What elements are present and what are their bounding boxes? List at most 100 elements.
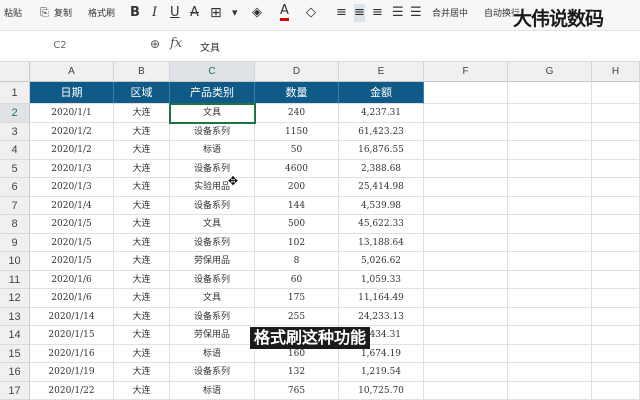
table-cell[interactable]: 2020/1/2	[30, 141, 114, 160]
empty-cell[interactable]	[424, 289, 508, 308]
row-header[interactable]: 6	[0, 178, 30, 197]
table-cell[interactable]: 大连	[114, 234, 170, 253]
copy-button[interactable]: 复制	[54, 8, 72, 20]
empty-cell[interactable]	[508, 234, 592, 253]
table-cell[interactable]: 设备系列	[170, 160, 255, 179]
table-cell[interactable]: 2020/1/19	[30, 363, 114, 382]
column-header-e[interactable]: E	[339, 62, 424, 82]
align-bottom-icon[interactable]: ≡	[372, 4, 383, 22]
table-cell[interactable]: 60	[255, 271, 339, 290]
empty-cell[interactable]	[508, 382, 592, 400]
empty-cell[interactable]	[592, 104, 640, 123]
table-cell[interactable]: 11,164.49	[339, 289, 424, 308]
empty-cell[interactable]	[424, 363, 508, 382]
table-cell[interactable]: 大连	[114, 326, 170, 345]
row-header[interactable]: 2	[0, 104, 30, 123]
copy-icon[interactable]: ⎘	[40, 4, 49, 22]
table-cell[interactable]: 大连	[114, 271, 170, 290]
row-header[interactable]: 15	[0, 345, 30, 364]
table-cell[interactable]: 大连	[114, 252, 170, 271]
border-icon[interactable]: ⊞	[210, 4, 222, 22]
table-cell[interactable]: 175	[255, 289, 339, 308]
table-cell[interactable]: 设备系列	[170, 308, 255, 327]
row-header[interactable]: 10	[0, 252, 30, 271]
table-cell[interactable]: 2020/1/5	[30, 252, 114, 271]
column-header-f[interactable]: F	[424, 62, 508, 82]
empty-cell[interactable]	[592, 382, 640, 400]
table-cell[interactable]: 2020/1/16	[30, 345, 114, 364]
empty-cell[interactable]	[424, 178, 508, 197]
table-cell[interactable]: 2,388.68	[339, 160, 424, 179]
table-cell[interactable]: 2020/1/5	[30, 215, 114, 234]
empty-cell[interactable]	[592, 345, 640, 364]
empty-cell[interactable]	[424, 141, 508, 160]
empty-cell[interactable]	[508, 326, 592, 345]
table-cell[interactable]: 设备系列	[170, 197, 255, 216]
table-cell[interactable]: 16,876.55	[339, 141, 424, 160]
format-painter-button[interactable]: 格式刷	[88, 8, 115, 20]
empty-cell[interactable]	[592, 363, 640, 382]
table-cell[interactable]: 文具	[170, 104, 255, 123]
table-cell[interactable]: 大连	[114, 178, 170, 197]
empty-cell[interactable]	[592, 82, 640, 104]
table-cell[interactable]: 25,414.98	[339, 178, 424, 197]
table-cell[interactable]: 61,423.23	[339, 123, 424, 142]
empty-cell[interactable]	[424, 271, 508, 290]
empty-cell[interactable]	[592, 234, 640, 253]
empty-cell[interactable]	[592, 271, 640, 290]
table-cell[interactable]: 13,188.64	[339, 234, 424, 253]
row-header[interactable]: 13	[0, 308, 30, 327]
empty-cell[interactable]	[424, 308, 508, 327]
empty-cell[interactable]	[424, 382, 508, 400]
empty-cell[interactable]	[592, 178, 640, 197]
align-top-icon[interactable]: ≡	[336, 4, 347, 22]
table-cell[interactable]: 4600	[255, 160, 339, 179]
empty-cell[interactable]	[592, 123, 640, 142]
empty-cell[interactable]	[424, 160, 508, 179]
table-cell[interactable]: 2020/1/5	[30, 234, 114, 253]
column-header-c[interactable]: C	[170, 62, 255, 82]
row-header[interactable]: 14	[0, 326, 30, 345]
table-cell[interactable]: 设备系列	[170, 363, 255, 382]
empty-cell[interactable]	[424, 252, 508, 271]
empty-cell[interactable]	[508, 178, 592, 197]
table-cell[interactable]: 标语	[170, 141, 255, 160]
empty-cell[interactable]	[592, 215, 640, 234]
empty-cell[interactable]	[424, 345, 508, 364]
empty-cell[interactable]	[592, 326, 640, 345]
table-cell[interactable]: 2020/1/1	[30, 104, 114, 123]
empty-cell[interactable]	[424, 82, 508, 104]
table-cell[interactable]: 5,026.62	[339, 252, 424, 271]
table-cell[interactable]: 大连	[114, 160, 170, 179]
empty-cell[interactable]	[508, 363, 592, 382]
table-cell[interactable]: 1,059.33	[339, 271, 424, 290]
row-header[interactable]: 17	[0, 382, 30, 400]
table-cell[interactable]: 500	[255, 215, 339, 234]
table-header-cell[interactable]: 区域	[114, 82, 170, 104]
table-cell[interactable]: 文具	[170, 289, 255, 308]
table-cell[interactable]: 2020/1/2	[30, 123, 114, 142]
table-cell[interactable]: 1,219.54	[339, 363, 424, 382]
table-cell[interactable]: 2020/1/6	[30, 289, 114, 308]
table-cell[interactable]: 102	[255, 234, 339, 253]
table-cell[interactable]: 大连	[114, 141, 170, 160]
empty-cell[interactable]	[592, 197, 640, 216]
row-header[interactable]: 1	[0, 82, 30, 104]
table-cell[interactable]: 200	[255, 178, 339, 197]
table-cell[interactable]: 24,233.13	[339, 308, 424, 327]
table-header-cell[interactable]: 日期	[30, 82, 114, 104]
formula-input[interactable]: 文具	[200, 39, 220, 54]
table-cell[interactable]: 大连	[114, 123, 170, 142]
align-left-icon[interactable]: ☰	[392, 4, 404, 22]
empty-cell[interactable]	[592, 252, 640, 271]
table-cell[interactable]: 132	[255, 363, 339, 382]
table-cell[interactable]: 设备系列	[170, 234, 255, 253]
empty-cell[interactable]	[508, 123, 592, 142]
column-header-d[interactable]: D	[255, 62, 339, 82]
table-cell[interactable]: 2020/1/15	[30, 326, 114, 345]
row-header[interactable]: 12	[0, 289, 30, 308]
row-header[interactable]: 11	[0, 271, 30, 290]
column-header-b[interactable]: B	[114, 62, 170, 82]
zoom-icon[interactable]: ⊕	[150, 37, 160, 51]
column-header-a[interactable]: A	[30, 62, 114, 82]
